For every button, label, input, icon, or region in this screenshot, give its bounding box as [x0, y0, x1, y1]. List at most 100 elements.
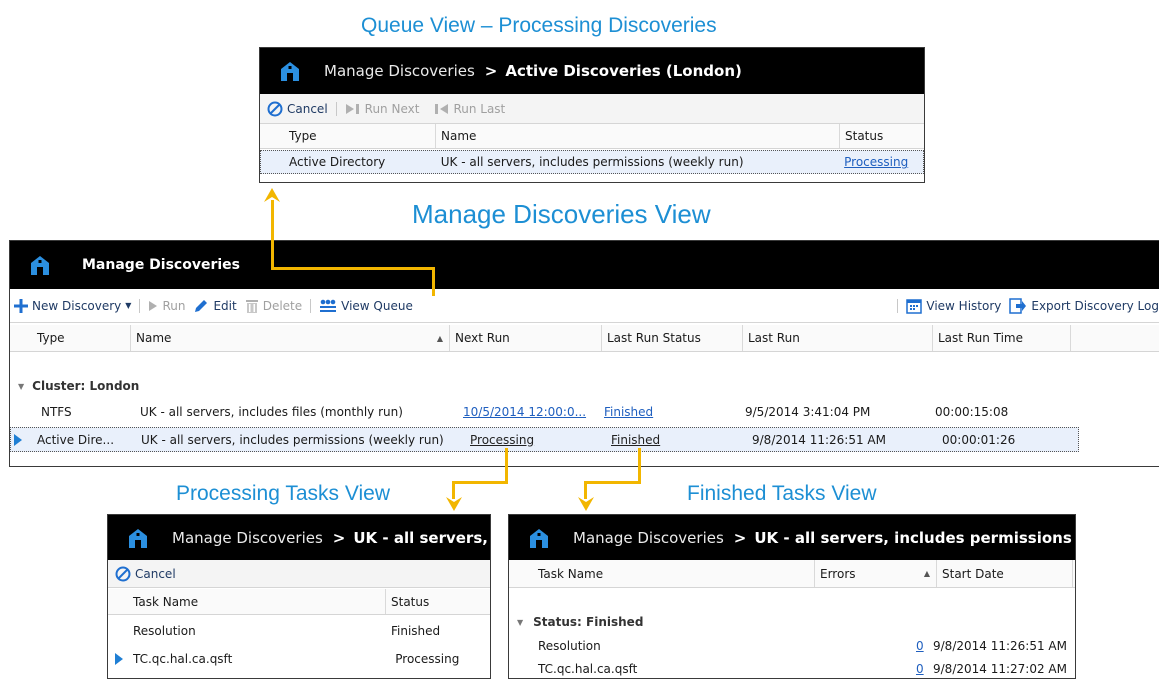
delete-label: Delete — [262, 298, 303, 313]
column-header-type[interactable]: Type — [284, 124, 436, 148]
manage-discoveries-window: Manage Discoveries New Discovery ▼ Run E… — [9, 240, 1159, 467]
table-row[interactable]: Resolution 0 9/8/2014 11:26:51 AM — [509, 635, 1075, 657]
sort-ascending-icon: ▲ — [923, 569, 930, 578]
collapse-icon[interactable]: ▼ — [517, 618, 523, 627]
group-label: Cluster: London — [32, 379, 140, 393]
errors-link[interactable]: 0 — [916, 662, 930, 676]
cell-task-name: Resolution — [538, 639, 601, 653]
column-header-next-run[interactable]: Next Run — [450, 325, 602, 351]
column-header-last-run-time[interactable]: Last Run Time — [933, 325, 1071, 351]
cancel-button[interactable]: Cancel — [267, 101, 328, 117]
run-button[interactable]: Run — [148, 299, 185, 313]
home-icon[interactable] — [278, 60, 302, 82]
cancel-label: Cancel — [287, 101, 328, 116]
column-header-type[interactable]: Type — [32, 325, 131, 351]
cancel-button[interactable]: Cancel — [115, 566, 176, 582]
run-last-button[interactable]: Run Last — [433, 102, 505, 116]
connector-line — [271, 267, 434, 270]
queue-titlebar: Manage Discoveries > Active Discoveries … — [260, 48, 924, 94]
column-header-errors[interactable]: Errors ▲ — [815, 560, 937, 587]
column-header-task-name[interactable]: Task Name — [128, 589, 386, 614]
toolbar-divider — [335, 101, 337, 116]
cell-name: UK - all servers, includes files (monthl… — [140, 404, 403, 419]
collapse-icon[interactable]: ▼ — [18, 382, 24, 391]
column-header-last-run-status[interactable]: Last Run Status — [602, 325, 743, 351]
title-main[interactable]: Manage Discoveries — [172, 529, 323, 547]
processing-tasks-window: Manage Discoveries > UK - all servers, i… — [107, 514, 491, 679]
title-main[interactable]: Manage Discoveries — [573, 529, 724, 547]
cell-last-run-time: 00:00:15:08 — [935, 404, 1009, 419]
last-run-status-link[interactable]: Finished — [599, 405, 740, 419]
errors-link[interactable]: 0 — [916, 639, 930, 653]
chevron-down-icon: ▼ — [125, 301, 132, 310]
column-header-status[interactable]: Status — [840, 124, 924, 148]
home-icon[interactable] — [126, 527, 150, 549]
column-header-task-name[interactable]: Task Name — [533, 560, 815, 587]
cell-type: Active Directory — [289, 155, 386, 169]
status-link[interactable]: Processing — [839, 155, 923, 169]
view-queue-label: View Queue — [341, 298, 413, 313]
connector-line — [432, 267, 435, 296]
cell-type: Active Dire... — [37, 432, 115, 447]
column-header-last-run[interactable]: Last Run — [743, 325, 933, 351]
row-pointer-icon — [114, 652, 123, 665]
cell-status: Finished — [391, 624, 441, 638]
breadcrumb-separator: > — [733, 528, 747, 547]
group-row-status[interactable]: ▼ Status: Finished — [509, 611, 1075, 633]
run-next-button[interactable]: Run Next — [345, 101, 420, 116]
view-history-button[interactable]: View History — [906, 298, 1001, 314]
home-icon[interactable] — [28, 254, 52, 276]
home-icon[interactable] — [527, 527, 551, 549]
export-discovery-log-button[interactable]: Export Discovery Log — [1009, 297, 1159, 314]
group-row-cluster[interactable]: ▼ Cluster: London — [10, 375, 1159, 397]
sort-ascending-icon: ▲ — [436, 333, 443, 343]
column-header-start-date[interactable]: Start Date — [937, 560, 1073, 587]
table-row[interactable]: Resolution Finished — [108, 619, 490, 643]
group-label: Status: Finished — [533, 615, 644, 629]
table-row[interactable]: Active Dire... UK - all servers, include… — [10, 427, 1079, 452]
table-row[interactable]: NTFS UK - all servers, includes files (m… — [10, 400, 1159, 423]
cell-status: Processing — [395, 651, 460, 666]
view-history-label: View History — [926, 298, 1002, 313]
connector-line — [452, 481, 508, 484]
delete-button[interactable]: Delete — [245, 298, 302, 314]
processing-toolbar: Cancel — [108, 560, 490, 588]
table-row[interactable]: TC.qc.hal.ca.qsft Processing — [108, 646, 490, 671]
edit-button[interactable]: Edit — [193, 298, 237, 314]
column-header-name[interactable]: Name ▲ — [131, 325, 450, 351]
next-run-link[interactable]: Processing — [465, 433, 606, 447]
toolbar-divider — [897, 298, 899, 313]
pencil-icon — [195, 299, 208, 312]
finished-table-header: Task Name Errors ▲ Start Date — [509, 560, 1075, 588]
manage-table-header: Type Name ▲ Next Run Last Run Status Las… — [10, 325, 1159, 352]
column-header-status[interactable]: Status — [386, 589, 486, 614]
cell-last-run: 9/8/2014 11:26:51 AM — [752, 432, 886, 447]
cell-task-name: Resolution — [133, 624, 196, 638]
next-run-link[interactable]: 10/5/2014 12:00:0... — [458, 405, 599, 419]
finished-tasks-window: Manage Discoveries > UK - all servers, i… — [508, 514, 1076, 679]
plus-icon — [14, 298, 28, 313]
table-row[interactable]: Active Directory UK - all servers, inclu… — [260, 150, 924, 174]
title-main[interactable]: Manage Discoveries — [324, 62, 475, 80]
breadcrumb-separator: > — [484, 62, 498, 80]
column-header-name-label: Name — [136, 331, 172, 345]
cell-start-date: 9/8/2014 11:26:51 AM — [933, 639, 1067, 653]
manage-titlebar: Manage Discoveries — [10, 241, 1159, 289]
caption-processing-tasks-view: Processing Tasks View — [176, 482, 390, 505]
view-queue-button[interactable]: View Queue — [319, 299, 413, 313]
new-discovery-button[interactable]: New Discovery ▼ — [14, 298, 132, 313]
caption-manage-discoveries-view: Manage Discoveries View — [412, 199, 711, 229]
cancel-label: Cancel — [135, 566, 176, 581]
run-next-label: Run Next — [364, 101, 420, 116]
last-run-status-link[interactable]: Finished — [606, 433, 747, 447]
column-header-name[interactable]: Name — [436, 124, 840, 148]
title-sub: UK - all servers, includes permissions (… — [353, 528, 490, 547]
arrow-up-icon — [264, 188, 280, 202]
run-last-icon — [435, 103, 449, 114]
run-label: Run — [162, 298, 186, 313]
cell-type: NTFS — [41, 404, 72, 419]
table-row[interactable]: TC.qc.hal.ca.qsft 0 9/8/2014 11:27:02 AM — [509, 658, 1075, 678]
page-title: Manage Discoveries — [82, 257, 241, 273]
processing-titlebar: Manage Discoveries > UK - all servers, i… — [108, 515, 490, 560]
connector-line — [271, 200, 274, 269]
